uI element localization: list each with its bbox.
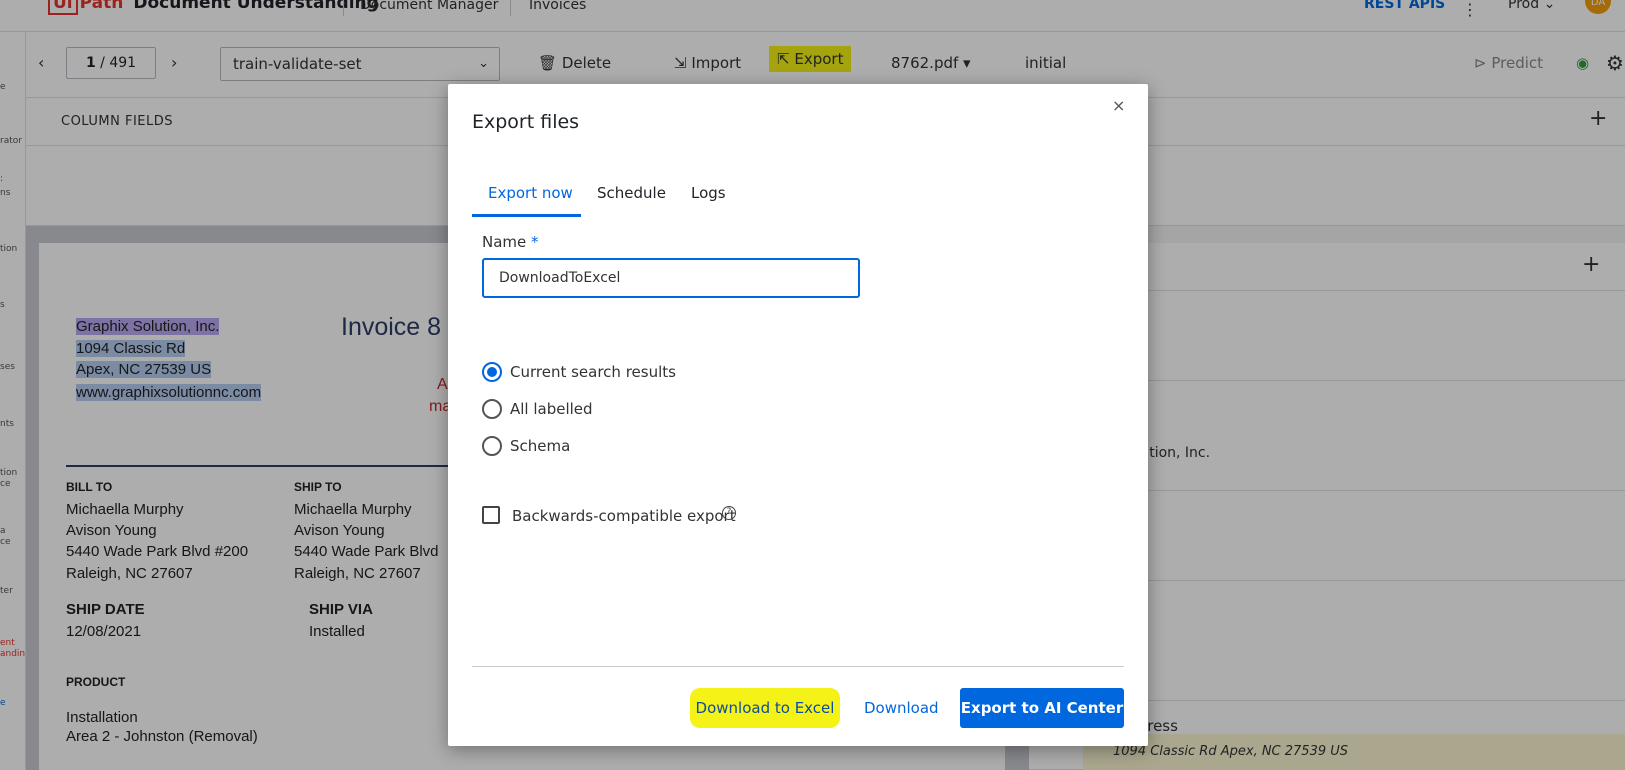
backwards-compatible-label: Backwards-compatible export [512,507,736,525]
tab-export-now[interactable]: Export now [488,184,573,202]
help-icon[interactable]: ? [722,506,736,520]
name-field-label: Name * [482,233,539,251]
radio-button[interactable] [482,399,502,419]
radio-button[interactable] [482,436,502,456]
radio-label: All labelled [510,400,593,418]
dialog-footer-divider [472,666,1124,667]
download-button[interactable]: Download [864,688,939,728]
dialog-title: Export files [472,111,580,133]
radio-label: Schema [510,437,571,455]
radio-button-checked[interactable] [482,362,502,382]
export-to-ai-center-button[interactable]: Export to AI Center [960,688,1124,728]
export-files-dialog: Export files × Export now Schedule Logs … [448,84,1148,746]
tab-logs[interactable]: Logs [691,184,726,202]
active-tab-indicator [472,214,581,217]
download-to-excel-button[interactable]: Download to Excel [690,688,840,728]
export-name-input[interactable] [482,258,860,298]
close-icon[interactable]: × [1112,96,1125,115]
tab-schedule[interactable]: Schedule [597,184,666,202]
required-mark: * [531,233,539,251]
radio-label: Current search results [510,363,676,381]
backwards-compatible-checkbox[interactable] [482,506,500,524]
